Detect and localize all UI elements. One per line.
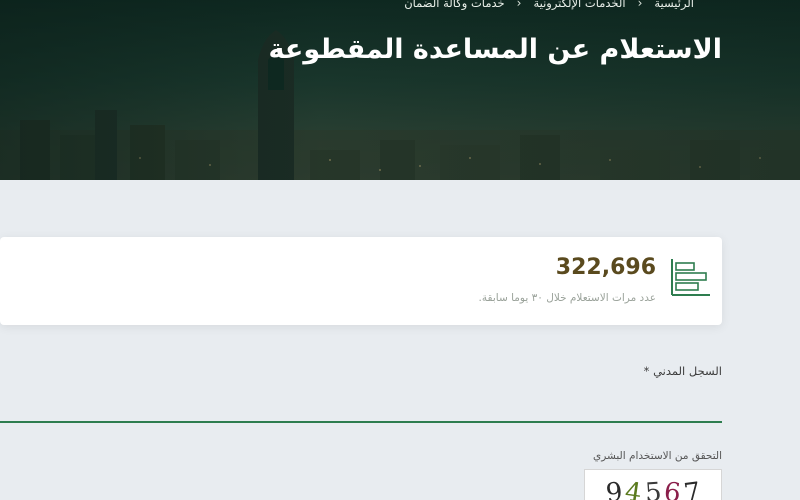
breadcrumb-item-eservices[interactable]: الخدمات الإلكترونية <box>533 0 625 10</box>
captcha-digit: 6 <box>662 477 683 500</box>
breadcrumb-item-home[interactable]: الرئيسية <box>654 0 694 10</box>
captcha-digit: 9 <box>604 477 624 500</box>
captcha-digit: 4 <box>623 476 644 500</box>
stats-card: 322,696 عدد مرات الاستعلام خلال ٣٠ يوما … <box>0 237 722 325</box>
stat-label: عدد مرات الاستعلام خلال ٣٠ يوما سابقة. <box>478 292 656 304</box>
breadcrumb-separator-icon: ‹ <box>516 0 522 10</box>
captcha-digit: 7 <box>681 476 703 500</box>
hero-overlay <box>0 0 800 180</box>
breadcrumb-separator-icon: ‹ <box>637 0 643 10</box>
civil-registry-input[interactable] <box>0 421 722 423</box>
horizontal-bar-chart-icon <box>671 259 710 296</box>
hero-banner: الرئيسية ‹ الخدمات الإلكترونية ‹ خدمات و… <box>0 0 800 180</box>
captcha-label: التحقق من الاستخدام البشري <box>592 450 722 462</box>
page-title: الاستعلام عن المساعدة المقطوعة <box>268 34 722 65</box>
captcha-image: 9 4 5 6 7 <box>584 469 722 500</box>
civil-registry-label: السجل المدني * <box>643 364 722 378</box>
breadcrumb-item-agency[interactable]: خدمات وكالة الضمان <box>404 0 504 10</box>
captcha-digit: 5 <box>643 477 663 500</box>
stat-value: 322,696 <box>555 255 656 280</box>
breadcrumb: الرئيسية ‹ الخدمات الإلكترونية ‹ خدمات و… <box>404 0 694 10</box>
